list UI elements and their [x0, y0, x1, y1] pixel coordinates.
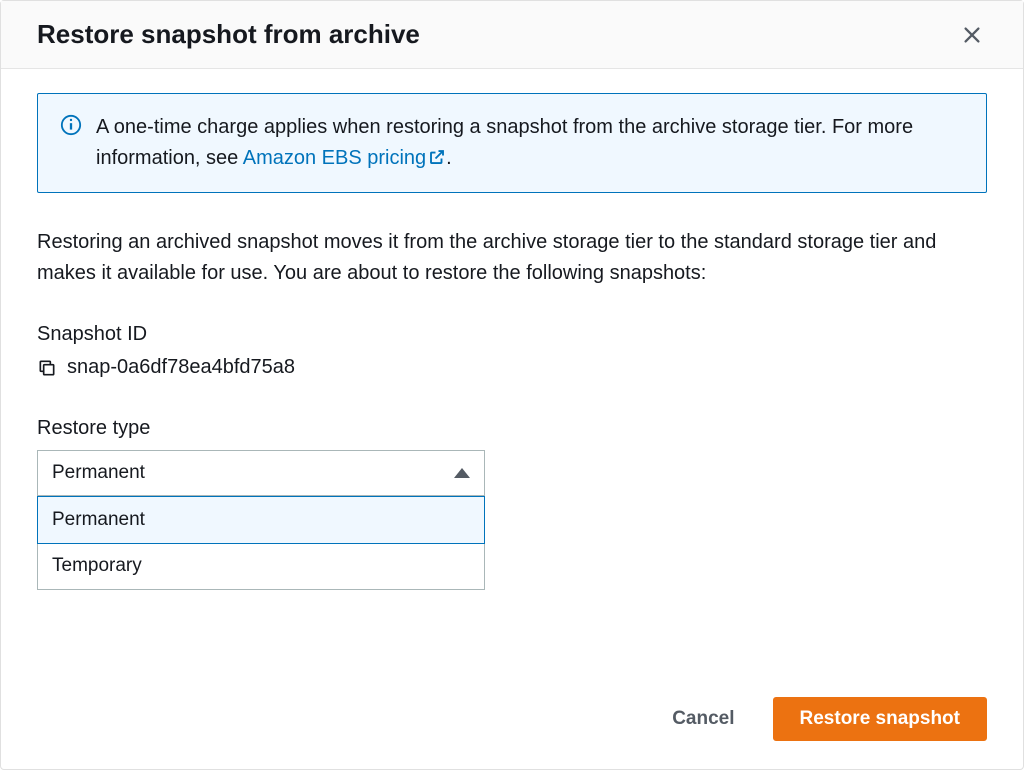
- snapshot-id-row: snap-0a6df78ea4bfd75a8: [37, 356, 987, 379]
- close-button[interactable]: [957, 20, 987, 50]
- restore-type-option-temporary[interactable]: Temporary: [38, 543, 484, 589]
- modal-footer: Cancel Restore snapshot: [1, 679, 1023, 769]
- info-icon: [60, 114, 82, 136]
- restore-type-label: Restore type: [37, 417, 987, 440]
- caret-up-icon: [454, 468, 470, 478]
- restore-type-dropdown: Permanent Temporary: [37, 496, 485, 590]
- modal-body: A one-time charge applies when restoring…: [1, 69, 1023, 679]
- copy-icon[interactable]: [37, 358, 57, 378]
- ebs-pricing-link-text: Amazon EBS pricing: [243, 147, 426, 169]
- ebs-pricing-link[interactable]: Amazon EBS pricing: [243, 147, 446, 169]
- snapshot-id-label: Snapshot ID: [37, 323, 987, 346]
- restore-type-select-wrapper: Permanent Permanent Temporary: [37, 450, 485, 496]
- external-link-icon: [428, 148, 446, 166]
- restore-description: Restoring an archived snapshot moves it …: [37, 227, 987, 289]
- restore-snapshot-button[interactable]: Restore snapshot: [773, 697, 987, 741]
- restore-type-select[interactable]: Permanent: [37, 450, 485, 496]
- info-alert: A one-time charge applies when restoring…: [37, 93, 987, 193]
- alert-text-after: .: [446, 147, 452, 169]
- close-icon: [961, 24, 983, 46]
- restore-type-option-permanent[interactable]: Permanent: [37, 496, 485, 544]
- snapshot-id-value: snap-0a6df78ea4bfd75a8: [67, 356, 295, 379]
- info-alert-text: A one-time charge applies when restoring…: [96, 112, 964, 174]
- cancel-button[interactable]: Cancel: [646, 698, 760, 740]
- restore-snapshot-modal: Restore snapshot from archive A one-time…: [0, 0, 1024, 770]
- alert-text-before: A one-time charge applies when restoring…: [96, 116, 913, 169]
- restore-type-selected-value: Permanent: [52, 462, 145, 484]
- modal-title: Restore snapshot from archive: [37, 19, 420, 50]
- modal-header: Restore snapshot from archive: [1, 1, 1023, 69]
